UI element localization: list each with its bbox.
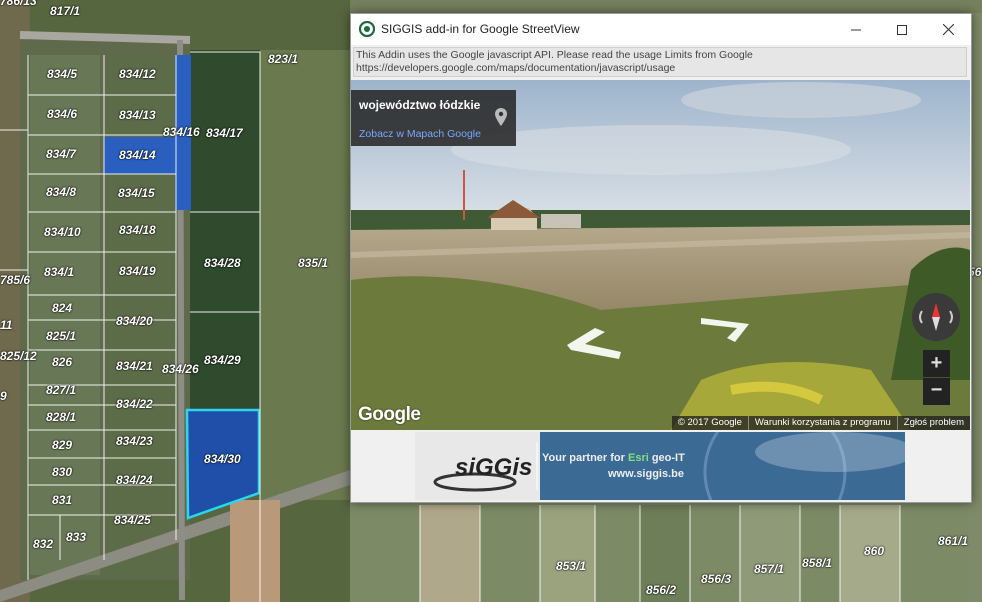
parcel-label: 834/25	[114, 513, 151, 527]
siggis-logo: siGGis	[455, 454, 533, 481]
parcel-label: 834/16	[163, 125, 200, 139]
window-title: SIGGIS add-in for Google StreetView	[381, 22, 580, 36]
parcel-label: 834/29	[204, 353, 241, 367]
map-pin-icon[interactable]	[495, 108, 507, 126]
tagline-brand: Esri	[627, 452, 649, 464]
siggis-banner[interactable]: siGGis Your partner for Esri geo-IT www.…	[415, 432, 905, 500]
parcel-label: 834/21	[116, 359, 153, 373]
parcel-label: 853/1	[556, 559, 587, 573]
address-title: województwo łódzkie	[359, 98, 481, 112]
parcel-label: 834/7	[46, 147, 77, 161]
parcel-label: 834/17	[206, 126, 243, 140]
parcel-label: 857/1	[754, 562, 785, 576]
parcel-label: 830	[52, 465, 73, 479]
tagline-post: geo-IT	[648, 452, 685, 464]
notice-line-1: This Addin uses the Google javascript AP…	[356, 49, 753, 61]
zoom-out-button[interactable]: −	[923, 378, 950, 405]
zoom-in-button[interactable]: +	[923, 350, 950, 377]
parcel-label: 825/1	[46, 329, 77, 343]
parcel-label: 824	[52, 301, 73, 315]
copyright-text: © 2017 Google	[677, 417, 742, 428]
parcel-label: 834/6	[47, 107, 78, 121]
report-problem-link[interactable]: Zgłoś problem	[896, 416, 970, 430]
parcel-label: 856/2	[646, 583, 677, 597]
parcel-label: 834/26	[162, 362, 199, 376]
close-button[interactable]	[925, 14, 971, 45]
address-panel: województwo łódzkie Zobacz w Mapach Goog…	[351, 90, 516, 146]
maximize-icon	[897, 24, 907, 35]
parcel-label: 834/1	[44, 265, 75, 279]
parcel-label: 834/23	[116, 434, 153, 448]
compass-icon	[919, 303, 953, 331]
compass-control[interactable]	[912, 293, 960, 341]
parcel-label: 834/19	[119, 264, 156, 278]
parcel-label: 834/8	[46, 185, 77, 199]
google-logo: Google	[358, 404, 421, 425]
parcel-label: 834/30	[204, 452, 241, 466]
parcel-label: 828/1	[46, 410, 77, 424]
parcel-label: 823/1	[268, 52, 299, 66]
parcel-label: 834/24	[116, 473, 153, 487]
parcel-label: 11	[0, 318, 13, 332]
parcel-label: 832	[33, 537, 54, 551]
parcel-label: 825/12	[0, 349, 37, 363]
parcel-label: 858/1	[802, 556, 833, 570]
parcel-label: 834/13	[119, 108, 156, 122]
parcel-label: 834/5	[47, 67, 78, 81]
streetview-footer: © 2017 Google Warunki korzystania z prog…	[671, 416, 970, 430]
siggis-app-icon	[359, 21, 375, 37]
parcel-label: 834/20	[116, 314, 153, 328]
parcel-label: 826	[52, 355, 73, 369]
parcel-label: 827/1	[46, 383, 77, 397]
open-in-google-maps-link[interactable]: Zobacz w Mapach Google	[359, 128, 481, 140]
streetview-window[interactable]: SIGGIS add-in for Google StreetView This…	[350, 13, 972, 503]
minimize-button[interactable]	[833, 14, 879, 45]
title-bar[interactable]: SIGGIS add-in for Google StreetView	[351, 14, 971, 45]
minimize-icon	[851, 29, 861, 30]
banner-url[interactable]: www.siggis.be	[608, 468, 684, 480]
terms-link[interactable]: Warunki korzystania z programu	[747, 416, 897, 430]
parcel-label: 817/1	[50, 4, 81, 18]
parcel-label: 785/6	[0, 273, 31, 287]
parcel-label: 834/28	[204, 256, 241, 270]
parcel-label: 834/22	[116, 397, 153, 411]
parcel-label: 834/14	[119, 148, 156, 162]
parcel-label: 833	[66, 530, 87, 544]
streetview-panorama[interactable]: województwo łódzkie Zobacz w Mapach Goog…	[351, 80, 970, 430]
parcel-label: 829	[52, 438, 73, 452]
parcel-label: 831	[52, 493, 73, 507]
parcel-label: 856/3	[701, 572, 732, 586]
parcel-label: 786/13	[0, 0, 37, 8]
usage-notice: This Addin uses the Google javascript AP…	[353, 47, 967, 77]
parcel-label: 834/12	[119, 67, 156, 81]
parcel-label: 860	[864, 544, 885, 558]
banner-tagline: Your partner for Esri geo-IT	[542, 452, 685, 464]
maximize-button[interactable]	[879, 14, 925, 45]
parcel-label: 9	[0, 389, 7, 403]
parcel-label: 834/18	[119, 223, 156, 237]
parcel-label: 834/10	[44, 225, 81, 239]
parcel-label: 835/1	[298, 256, 329, 270]
close-icon	[942, 24, 954, 35]
tagline-pre: Your partner for	[542, 452, 628, 464]
parcel-label: 861/1	[938, 534, 969, 548]
parcel-label: 834/15	[118, 186, 155, 200]
notice-line-2: https://developers.google.com/maps/docum…	[356, 62, 676, 74]
